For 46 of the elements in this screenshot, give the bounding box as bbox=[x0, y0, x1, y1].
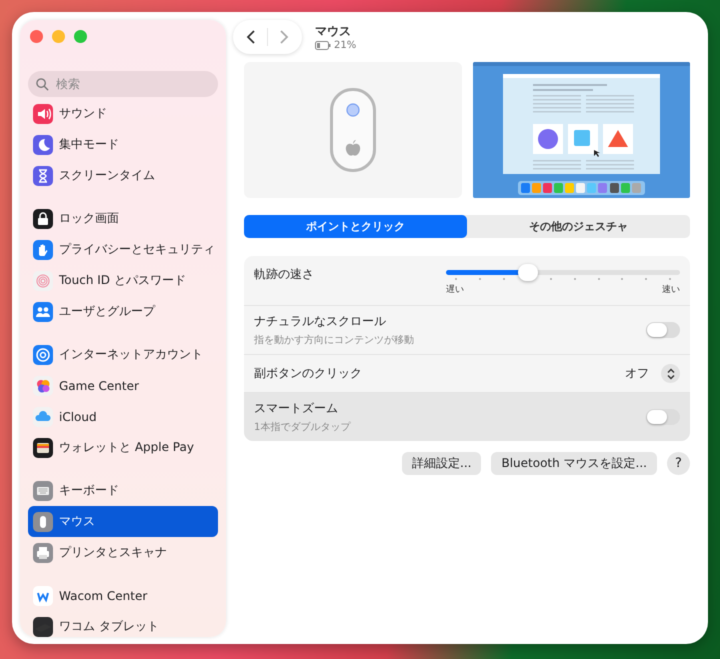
sidebar-item[interactable]: ウォレットと Apple Pay bbox=[28, 432, 218, 463]
search-input[interactable]: 検索 bbox=[54, 76, 204, 92]
sidebar-item[interactable]: マウス bbox=[28, 506, 218, 537]
minimize-icon[interactable] bbox=[52, 30, 65, 43]
slider-thumb[interactable] bbox=[518, 264, 538, 281]
sidebar-item[interactable]: プリンタとスキャナ bbox=[28, 537, 218, 568]
battery-icon bbox=[315, 41, 331, 50]
slider-max-label: 速い bbox=[662, 284, 680, 296]
sidebar-item[interactable]: ワコム タブレット bbox=[28, 611, 218, 642]
sidebar-item[interactable]: インターネットアカウント bbox=[28, 339, 218, 370]
setting-description: 1本指でダブルタップ bbox=[254, 420, 350, 434]
slider-track[interactable] bbox=[446, 264, 680, 281]
help-button[interactable]: ? bbox=[667, 452, 690, 475]
close-icon[interactable] bbox=[30, 30, 43, 43]
tab[interactable]: ポイントとクリック bbox=[244, 215, 467, 238]
push-button[interactable]: 詳細設定... bbox=[402, 452, 482, 475]
forward-icon[interactable] bbox=[278, 29, 290, 45]
sidebar-item[interactable]: Touch ID とパスワード bbox=[28, 265, 218, 296]
back-icon[interactable] bbox=[245, 29, 257, 45]
sidebar-item[interactable]: スクリーンタイム bbox=[28, 160, 218, 191]
popup-value[interactable]: オフ bbox=[625, 365, 649, 382]
battery-percent: 21% bbox=[334, 40, 356, 51]
sidebar-item[interactable]: プライバシーとセキュリティ bbox=[28, 234, 218, 265]
tab[interactable]: その他のジェスチャ bbox=[467, 215, 690, 238]
toggle-switch[interactable] bbox=[646, 409, 680, 425]
setting-label: スマートズーム bbox=[254, 400, 339, 417]
chevron-updown-icon[interactable] bbox=[661, 364, 680, 383]
setting-label: 副ボタンのクリック bbox=[254, 365, 362, 382]
sidebar-item[interactable]: iCloud bbox=[28, 401, 218, 432]
setting-description: 指を動かす方向にコンテンツが移動 bbox=[254, 334, 414, 347]
search-icon bbox=[36, 78, 49, 90]
sidebar-item[interactable]: キーボード bbox=[28, 475, 218, 506]
search-field[interactable]: 検索 bbox=[28, 71, 218, 97]
window-title: マウス bbox=[315, 23, 352, 40]
sidebar-item[interactable]: ユーザとグループ bbox=[28, 296, 218, 327]
toggle-switch[interactable] bbox=[646, 322, 680, 338]
zoom-icon[interactable] bbox=[74, 30, 87, 43]
push-button[interactable]: Bluetooth マウスを設定... bbox=[491, 452, 657, 475]
sidebar-item[interactable]: ロック画面 bbox=[28, 203, 218, 234]
sidebar-item[interactable]: サウンド bbox=[28, 98, 218, 129]
setting-label: 軌跡の速さ bbox=[254, 266, 314, 283]
sidebar-item[interactable]: Game Center bbox=[28, 370, 218, 401]
sidebar-item[interactable]: 集中モード bbox=[28, 129, 218, 160]
setting-label: ナチュラルなスクロール bbox=[254, 313, 387, 330]
sidebar-item[interactable]: Wacom Center bbox=[28, 580, 218, 611]
slider-min-label: 遅い bbox=[446, 284, 464, 296]
